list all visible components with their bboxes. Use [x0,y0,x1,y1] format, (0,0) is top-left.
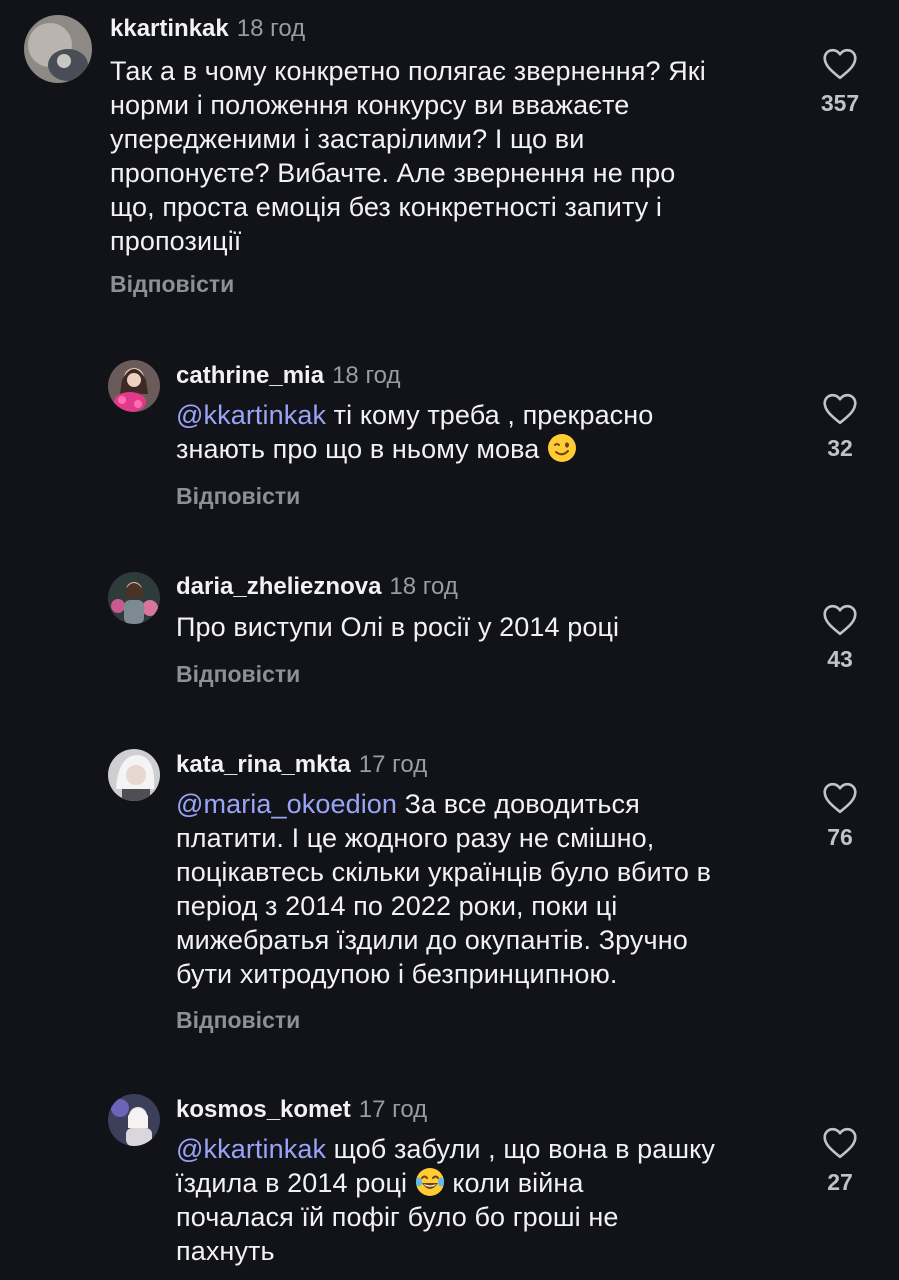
comment-line: платити. І це жодного разу не смішно, [176,823,655,853]
comment-line: За все доводиться [397,789,640,819]
comment-line: Про виступи Олі в росії у 2014 році [176,612,620,642]
timestamp: 18 год [236,15,306,42]
reply-button[interactable]: Відповісти [110,271,234,298]
comment-line: пропонуєте? Вибачте. Але звернення не пр… [110,158,676,188]
comment-line: знають про що в ньому мова [176,434,540,464]
username[interactable]: kkartinkak [110,15,229,42]
comment-line: норми і положення конкурсу ви вважаєте [110,90,630,120]
comment-line: Так а в чому конкретно полягає звернення… [110,56,706,86]
comment-line: поцікавтесь скільки українців було вбито… [176,857,712,887]
timestamp: 18 год [332,362,401,389]
like-count: 76 [827,824,853,850]
comment-text: Про виступи Олі в росії у 2014 році [176,610,619,644]
comment-line: ті кому треба , прекрасно [326,400,654,430]
heart-icon [823,604,857,636]
mention-link[interactable]: @kkartinkak [176,1134,326,1164]
avatar[interactable] [108,749,160,801]
timestamp: 17 год [358,751,428,778]
heart-icon [823,782,857,814]
like-count: 27 [827,1169,853,1195]
comment-line: бути хитродупою і безпринципною. [176,959,618,989]
like-button[interactable]: 43 [800,604,880,673]
avatar[interactable] [24,15,92,83]
username[interactable]: kosmos_komet [176,1096,351,1123]
timestamp: 17 год [358,1096,428,1123]
timestamp: 18 год [389,573,458,600]
heart-icon [823,393,857,425]
heart-icon [823,1127,857,1159]
avatar[interactable] [108,1094,160,1146]
like-button[interactable]: 27 [800,1127,880,1196]
comment-line: пропозиції [110,226,242,256]
reply-button[interactable]: Відповісти [176,483,300,510]
comment-text: @maria_okoedion За все доводиться платит… [176,787,711,991]
comment-line: почалася їй пофіг було бо гроші не [176,1202,619,1232]
username[interactable]: kata_rina_mkta [176,751,351,778]
mention-link[interactable]: @kkartinkak [176,400,326,430]
comment-line: їздила в 2014 році [176,1168,415,1198]
username[interactable]: cathrine_mia [176,362,324,389]
like-button[interactable]: 357 [800,48,880,117]
username[interactable]: daria_zhelieznova [176,573,381,600]
face-with-tears-of-joy-emoji [415,1168,444,1196]
comment-line: щоб забули , що вона в рашку [326,1134,715,1164]
comment-text: @kkartinkak щоб забули , що вона в рашку… [176,1132,715,1268]
comment-text: @kkartinkak ті кому треба , прекрасно зн… [176,398,653,466]
like-count: 357 [820,90,860,116]
comment-text: Так а в чому конкретно полягає звернення… [110,54,706,258]
like-button[interactable]: 32 [800,393,880,462]
comment-line: період з 2014 по 2022 роки, поки ці [176,891,618,921]
heart-icon [823,48,857,80]
comment-line: що, проста емоція без конкретності запит… [110,192,663,222]
comment-line: мижебратья їздили до окупантів. Зручно [176,925,688,955]
comment-line: пахнуть [176,1236,275,1266]
comment-line: упередженими і застарілими? І що ви [110,124,585,154]
reply-button[interactable]: Відповісти [176,1007,300,1034]
like-count: 43 [827,646,853,672]
like-button[interactable]: 76 [800,782,880,851]
avatar[interactable] [108,572,160,624]
mention-link[interactable]: @maria_okoedion [176,789,397,819]
avatar[interactable] [108,360,160,412]
winking-face-emoji [548,434,577,462]
like-count: 32 [827,435,853,461]
comment-line: коли війна [444,1168,584,1198]
reply-button[interactable]: Відповісти [176,661,300,688]
